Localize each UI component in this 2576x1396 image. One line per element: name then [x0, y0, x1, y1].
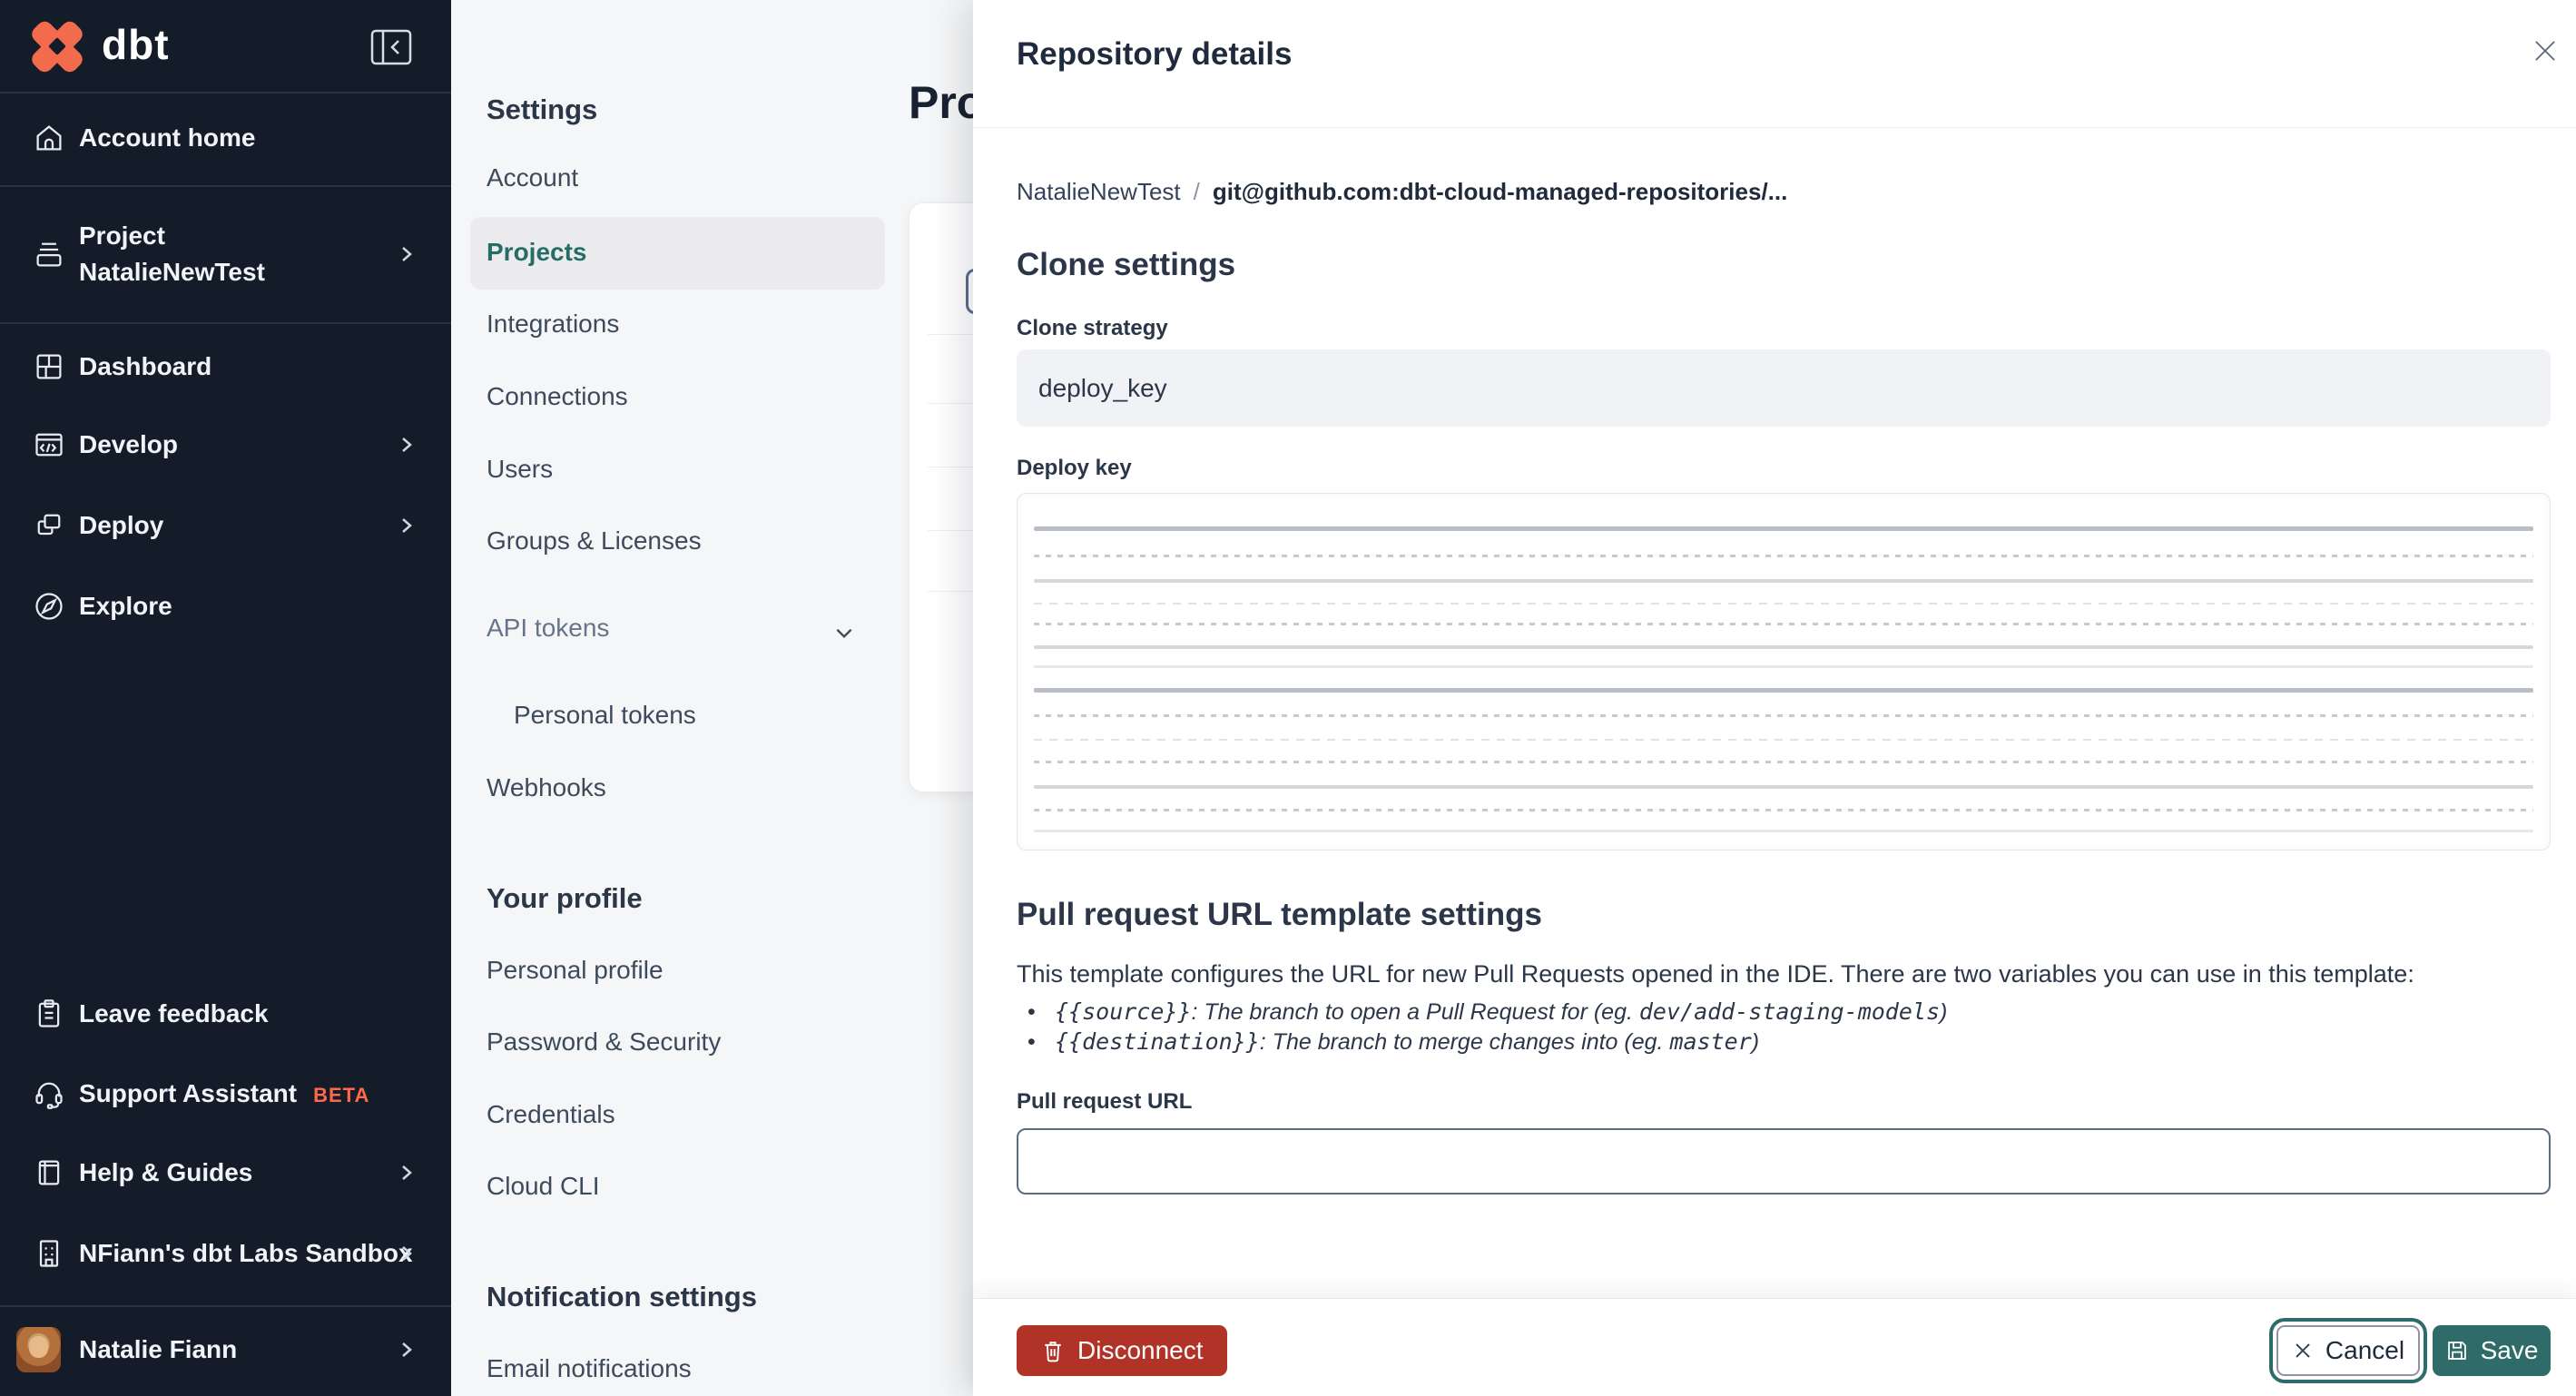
settings-nav-api-tokens[interactable]: API tokens	[487, 614, 609, 643]
chevron-right-icon	[396, 243, 418, 265]
clone-strategy-label: Clone strategy	[1017, 316, 1168, 340]
sidebar-item-label: Dashboard	[79, 352, 212, 380]
drawer-footer: Disconnect Cancel Save	[973, 1298, 2576, 1396]
chevron-right-icon	[396, 434, 418, 456]
settings-nav-title: Settings	[487, 93, 598, 125]
disconnect-button[interactable]: Disconnect	[1017, 1325, 1227, 1376]
sidebar-item-project[interactable]: Project NatalieNewTest	[0, 218, 451, 290]
pr-template-bullet-source: • {{source}}: The branch to open a Pull R…	[1027, 998, 1948, 1025]
sidebar-item-label: Develop	[79, 430, 178, 458]
drawer-header: Repository details	[973, 0, 2576, 128]
sidebar-item-label: Account home	[79, 123, 256, 152]
settings-nav-email-notifications[interactable]: Email notifications	[487, 1354, 692, 1383]
sidebar-item-label: Explore	[79, 592, 172, 620]
sidebar-item-sandbox-account[interactable]: NFiann's dbt Labs Sandbox	[0, 1237, 451, 1270]
pr-template-description: This template configures the URL for new…	[1017, 960, 2414, 988]
sidebar-item-explore[interactable]: Explore	[0, 590, 451, 623]
sidebar-item-develop[interactable]: Develop	[0, 428, 451, 461]
drawer-title: Repository details	[1017, 36, 1293, 72]
headset-icon	[33, 1077, 65, 1110]
settings-nav-integrations[interactable]: Integrations	[487, 310, 619, 339]
sidebar-item-support-assistant[interactable]: Support Assistant BETA	[0, 1077, 451, 1110]
close-icon[interactable]	[2529, 34, 2561, 67]
deploy-key-label: Deploy key	[1017, 456, 1132, 480]
deploy-key-redacted[interactable]	[1017, 493, 2551, 850]
breadcrumb-project[interactable]: NatalieNewTest	[1017, 178, 1181, 205]
sidebar-item-deploy[interactable]: Deploy	[0, 509, 451, 542]
sidebar-item-leave-feedback[interactable]: Leave feedback	[0, 998, 451, 1030]
settings-nav-users[interactable]: Users	[487, 455, 553, 484]
beta-badge: BETA	[313, 1084, 370, 1106]
sidebar-item-label: Leave feedback	[79, 999, 269, 1027]
settings-nav-credentials[interactable]: Credentials	[487, 1100, 615, 1129]
home-icon	[33, 122, 65, 154]
sidebar-user-menu[interactable]: Natalie Fiann	[0, 1333, 451, 1366]
collapse-sidebar-icon[interactable]	[370, 29, 412, 65]
sidebar-item-label: NFiann's dbt Labs Sandbox	[79, 1239, 413, 1267]
user-avatar[interactable]	[16, 1327, 61, 1372]
clipboard-icon	[33, 998, 65, 1030]
chevron-right-icon	[396, 1243, 418, 1264]
develop-code-icon	[33, 428, 65, 461]
chevron-right-icon	[396, 515, 418, 536]
chevron-right-icon	[396, 1162, 418, 1184]
sidebar-item-label: Project NatalieNewTest	[79, 221, 265, 286]
sidebar-logo-row: dbt	[0, 0, 451, 93]
book-icon	[33, 1156, 65, 1189]
clone-settings-heading: Clone settings	[1017, 247, 1236, 282]
settings-nav-password-security[interactable]: Password & Security	[487, 1027, 721, 1057]
breadcrumb-repo: git@github.com:dbt-cloud-managed-reposit…	[1212, 178, 1788, 205]
explore-compass-icon	[33, 590, 65, 623]
pr-template-bullet-destination: • {{destination}}: The branch to merge ch…	[1027, 1028, 1760, 1055]
settings-nav-personal-profile[interactable]: Personal profile	[487, 956, 664, 985]
settings-nav-notification-title: Notification settings	[487, 1281, 757, 1312]
settings-nav-cloud-cli[interactable]: Cloud CLI	[487, 1172, 600, 1201]
pr-url-input[interactable]	[1017, 1128, 2551, 1194]
cancel-button[interactable]: Cancel	[2276, 1325, 2420, 1376]
building-icon	[33, 1237, 65, 1270]
sidebar-item-dashboard[interactable]: Dashboard	[0, 350, 451, 383]
sidebar-item-help-guides[interactable]: Help & Guides	[0, 1156, 451, 1189]
x-icon	[2296, 1343, 2310, 1358]
settings-nav-webhooks[interactable]: Webhooks	[487, 773, 606, 802]
pr-template-heading: Pull request URL template settings	[1017, 897, 1542, 932]
settings-nav-connections[interactable]: Connections	[487, 382, 628, 411]
settings-nav-profile-title: Your profile	[487, 882, 643, 914]
dashboard-icon	[33, 350, 65, 383]
project-archive-icon	[33, 238, 65, 270]
user-name: Natalie Fiann	[79, 1335, 238, 1363]
settings-nav-projects[interactable]: Projects	[487, 238, 587, 267]
sidebar-item-account-home[interactable]: Account home	[0, 122, 451, 154]
settings-nav-account[interactable]: Account	[487, 163, 578, 192]
dbt-logo-icon	[27, 16, 87, 76]
save-button[interactable]: Save	[2433, 1325, 2551, 1376]
dbt-logo-text: dbt	[102, 20, 170, 68]
sidebar-item-label: Deploy	[79, 511, 164, 539]
pr-url-label: Pull request URL	[1017, 1089, 1193, 1114]
chevron-down-icon[interactable]	[832, 621, 856, 644]
settings-nav-personal-tokens[interactable]: Personal tokens	[514, 701, 696, 730]
trash-icon	[1045, 1342, 1061, 1362]
sidebar-item-label: Help & Guides	[79, 1158, 253, 1186]
breadcrumb: NatalieNewTest / git@github.com:dbt-cloud-…	[1017, 178, 1788, 205]
chevron-right-icon	[396, 1339, 418, 1361]
deploy-icon	[33, 509, 65, 542]
repository-details-drawer: Repository details NatalieNewTest / git@gi…	[973, 0, 2576, 1396]
sidebar: dbt Account home Project NatalieNewTest	[0, 0, 451, 1396]
settings-nav-groups-licenses[interactable]: Groups & Licenses	[487, 526, 702, 555]
sidebar-item-label: Support Assistant BETA	[79, 1079, 370, 1107]
clone-strategy-input[interactable]	[1017, 349, 2551, 427]
save-disk-icon	[2447, 1342, 2466, 1360]
